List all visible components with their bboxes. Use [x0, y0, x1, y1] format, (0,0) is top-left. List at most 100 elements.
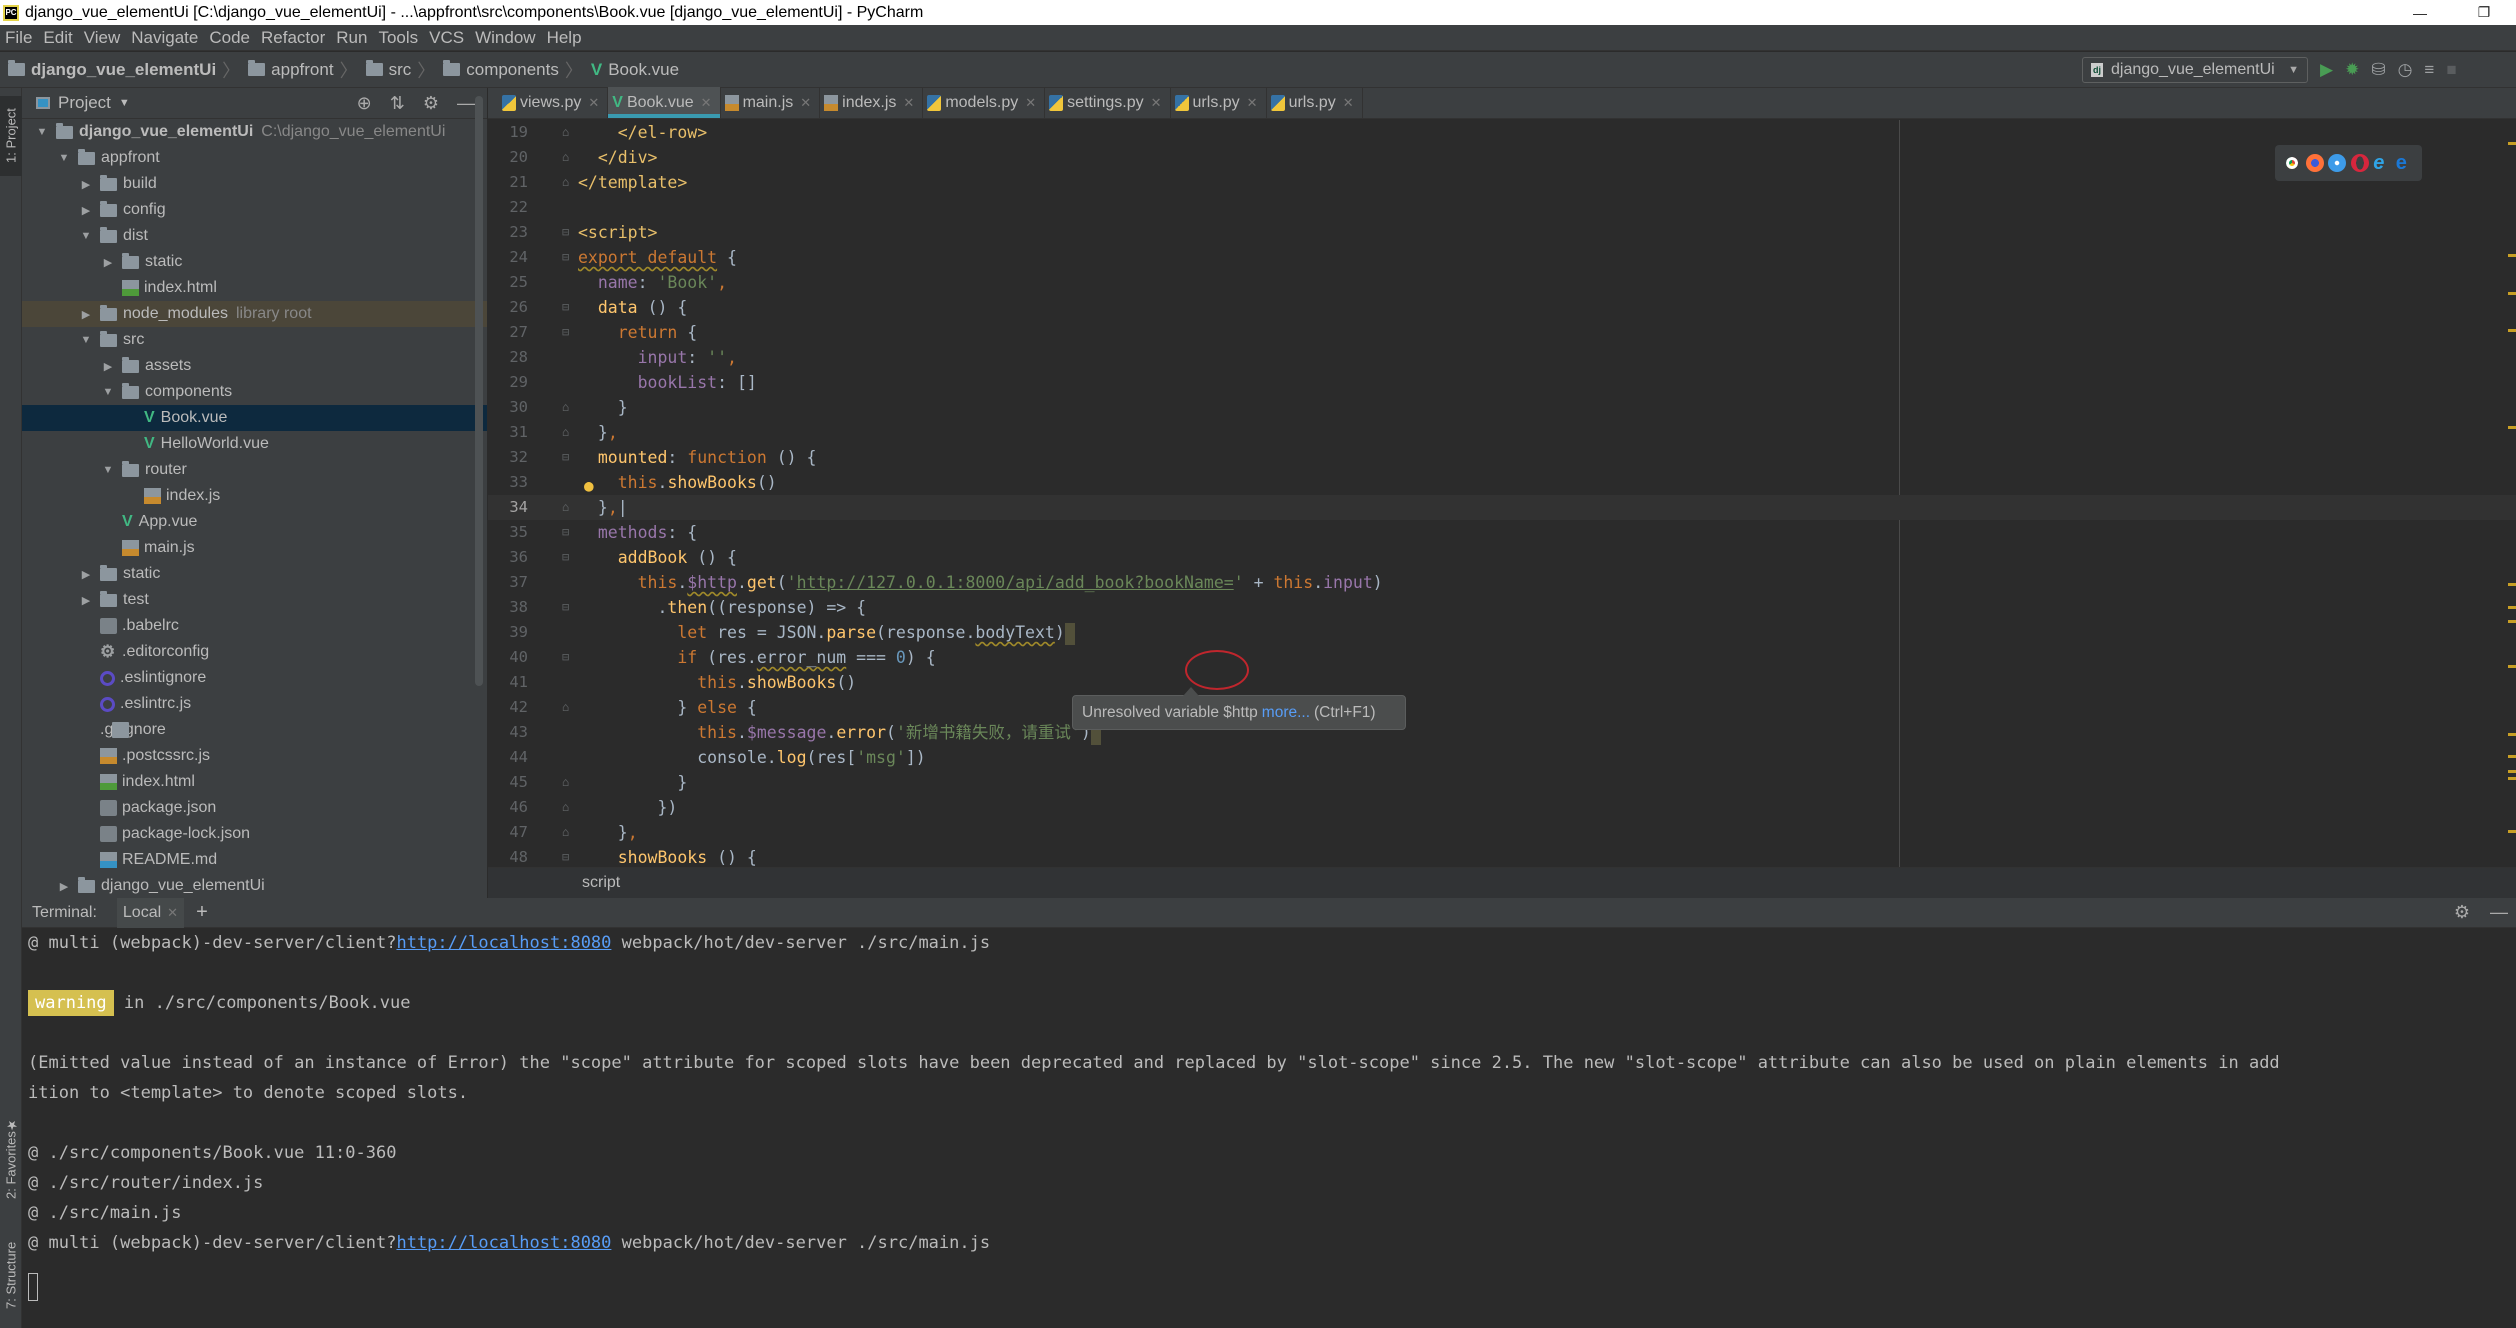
code-line[interactable]: 46 ⌂ }) [488, 795, 2516, 820]
stop-icon[interactable]: ■ [2446, 60, 2456, 80]
locate-file-icon[interactable]: ⊕ [357, 93, 372, 114]
editor-tab[interactable]: V Book.vue ✕ [608, 87, 721, 118]
tree-item[interactable]: ▶ static [22, 249, 487, 275]
error-stripe-mark[interactable] [2508, 620, 2516, 624]
error-stripe-mark[interactable] [2508, 142, 2516, 146]
hide-panel-icon[interactable]: — [457, 93, 475, 114]
tree-item[interactable]: ▶ django_vue_elementUi [22, 873, 487, 895]
code-line[interactable]: 43 this.$message.error('新增书籍失败，请重试') [488, 720, 2516, 745]
error-stripe-mark[interactable] [2508, 829, 2516, 833]
tree-item[interactable]: ▼ router [22, 457, 487, 483]
expand-arrow-icon[interactable]: ▼ [56, 152, 72, 164]
menu-code[interactable]: Code [209, 28, 250, 48]
gear-icon[interactable]: ⚙ [2454, 902, 2470, 923]
code-line[interactable]: 29 bookList: [] [488, 370, 2516, 395]
error-stripe-mark[interactable] [2508, 254, 2516, 258]
tree-item[interactable]: ▼ src [22, 327, 487, 353]
line-number[interactable]: 37 [488, 570, 528, 595]
menu-vcs[interactable]: VCS [429, 28, 464, 48]
line-number[interactable]: 42 [488, 695, 528, 720]
tree-item[interactable]: ▶ build [22, 171, 487, 197]
error-stripe-mark[interactable] [2508, 769, 2516, 773]
line-number[interactable]: 46 [488, 795, 528, 820]
fold-marker-icon[interactable]: ⊟ [562, 320, 569, 345]
line-number[interactable]: 22 [488, 195, 528, 220]
error-stripe[interactable] [2504, 120, 2516, 867]
collapse-arrow-icon[interactable]: ▶ [78, 204, 94, 217]
collapse-arrow-icon[interactable]: ▶ [100, 360, 116, 373]
tree-item[interactable]: ▶ config [22, 197, 487, 223]
tree-item[interactable]: ▼ dist [22, 223, 487, 249]
terminal-prompt[interactable] [28, 1272, 2516, 1302]
code-editor[interactable]: 19 ⌂ </el-row> 20 ⌂ </div> 21 ⌂ </template> 22 2… [488, 120, 2516, 867]
code-line[interactable]: 28 input: '', [488, 345, 2516, 370]
tree-item[interactable]: package-lock.json [22, 821, 487, 847]
tool-tab-favorites[interactable]: 2: Favorites ★ [0, 1098, 22, 1218]
menu-view[interactable]: View [84, 28, 121, 48]
tree-item[interactable]: package.json [22, 795, 487, 821]
tree-item[interactable]: ⚙ .editorconfig [22, 639, 487, 665]
firefox-icon[interactable] [2305, 154, 2324, 172]
close-icon[interactable]: ✕ [701, 95, 712, 111]
menu-file[interactable]: File [5, 28, 32, 48]
fold-marker-icon[interactable]: ⊟ [562, 445, 569, 470]
code-line[interactable]: 31 ⌂ }, [488, 420, 2516, 445]
close-icon[interactable]: ✕ [1025, 95, 1036, 111]
line-number[interactable]: 44 [488, 745, 528, 770]
fold-marker-icon[interactable]: ⊟ [562, 520, 569, 545]
fold-marker-icon[interactable]: ⌂ [562, 420, 569, 445]
close-icon[interactable]: ✕ [903, 95, 914, 111]
terminal-output[interactable]: @ multi (webpack)-dev-server/client?http… [22, 928, 2516, 1302]
code-line[interactable]: 22 [488, 195, 2516, 220]
code-line[interactable]: 34 ⌂ },| [488, 495, 2516, 520]
error-stripe-mark[interactable] [2508, 777, 2516, 781]
code-line[interactable]: 20 ⌂ </div> [488, 145, 2516, 170]
tree-item[interactable]: main.js [22, 535, 487, 561]
close-icon[interactable]: ✕ [588, 95, 599, 111]
line-number[interactable]: 32 [488, 445, 528, 470]
menu-help[interactable]: Help [547, 28, 582, 48]
line-number[interactable]: 19 [488, 120, 528, 145]
line-number[interactable]: 25 [488, 270, 528, 295]
fold-marker-icon[interactable]: ⌂ [562, 120, 569, 145]
expand-arrow-icon[interactable]: ▼ [34, 126, 50, 138]
fold-marker-icon[interactable]: ⌂ [562, 820, 569, 845]
tree-item[interactable]: ▶ node_modules library root [22, 301, 487, 327]
code-line[interactable]: 32 ⊟ mounted: function () { [488, 445, 2516, 470]
code-line[interactable]: 45 ⌂ } [488, 770, 2516, 795]
collapse-arrow-icon[interactable]: ▶ [78, 594, 94, 607]
minimize-icon[interactable]: — [2388, 0, 2452, 25]
tree-item[interactable]: V HelloWorld.vue [22, 431, 487, 457]
tree-item[interactable]: .postcssrc.js [22, 743, 487, 769]
line-number[interactable]: 28 [488, 345, 528, 370]
run-configuration-select[interactable]: dj django_vue_elementUi ▼ [2082, 57, 2308, 83]
line-number[interactable]: 33 [488, 470, 528, 495]
context-breadcrumb-item[interactable]: script [582, 874, 620, 891]
safari-icon[interactable] [2328, 154, 2347, 172]
menu-refactor[interactable]: Refactor [261, 28, 325, 48]
fold-marker-icon[interactable]: ⌂ [562, 145, 569, 170]
menu-navigate[interactable]: Navigate [131, 28, 198, 48]
close-icon[interactable]: ✕ [800, 95, 811, 111]
code-line[interactable]: 48 ⊟ showBooks () { [488, 845, 2516, 867]
code-line[interactable]: 39 let res = JSON.parse(response.bodyTex… [488, 620, 2516, 645]
close-icon[interactable]: ✕ [1343, 95, 1354, 111]
debug-icon[interactable]: ✹ [2345, 60, 2359, 80]
code-line[interactable]: 42 ⌂ } else { [488, 695, 2516, 720]
terminal-tab-local[interactable]: Local ✕ [116, 897, 185, 928]
collapse-arrow-icon[interactable]: ▶ [78, 308, 94, 321]
code-line[interactable]: 44 console.log(res['msg']) [488, 745, 2516, 770]
collapse-arrow-icon[interactable]: ▶ [100, 256, 116, 269]
line-number[interactable]: 35 [488, 520, 528, 545]
line-number[interactable]: 31 [488, 420, 528, 445]
tree-item[interactable]: .eslintrc.js [22, 691, 487, 717]
fold-marker-icon[interactable]: ⊟ [562, 295, 569, 320]
breadcrumb-appfront[interactable]: appfront 〉 [248, 57, 358, 83]
tree-item[interactable]: .gitignore [22, 717, 487, 743]
editor-tab[interactable]: models.py ✕ [923, 87, 1046, 118]
error-stripe-mark[interactable] [2508, 665, 2516, 669]
code-line[interactable]: 23 ⊟ <script> [488, 220, 2516, 245]
code-line[interactable]: 27 ⊟ return { [488, 320, 2516, 345]
edge-icon[interactable]: e [2396, 153, 2414, 173]
close-icon[interactable]: ✕ [1151, 95, 1162, 111]
